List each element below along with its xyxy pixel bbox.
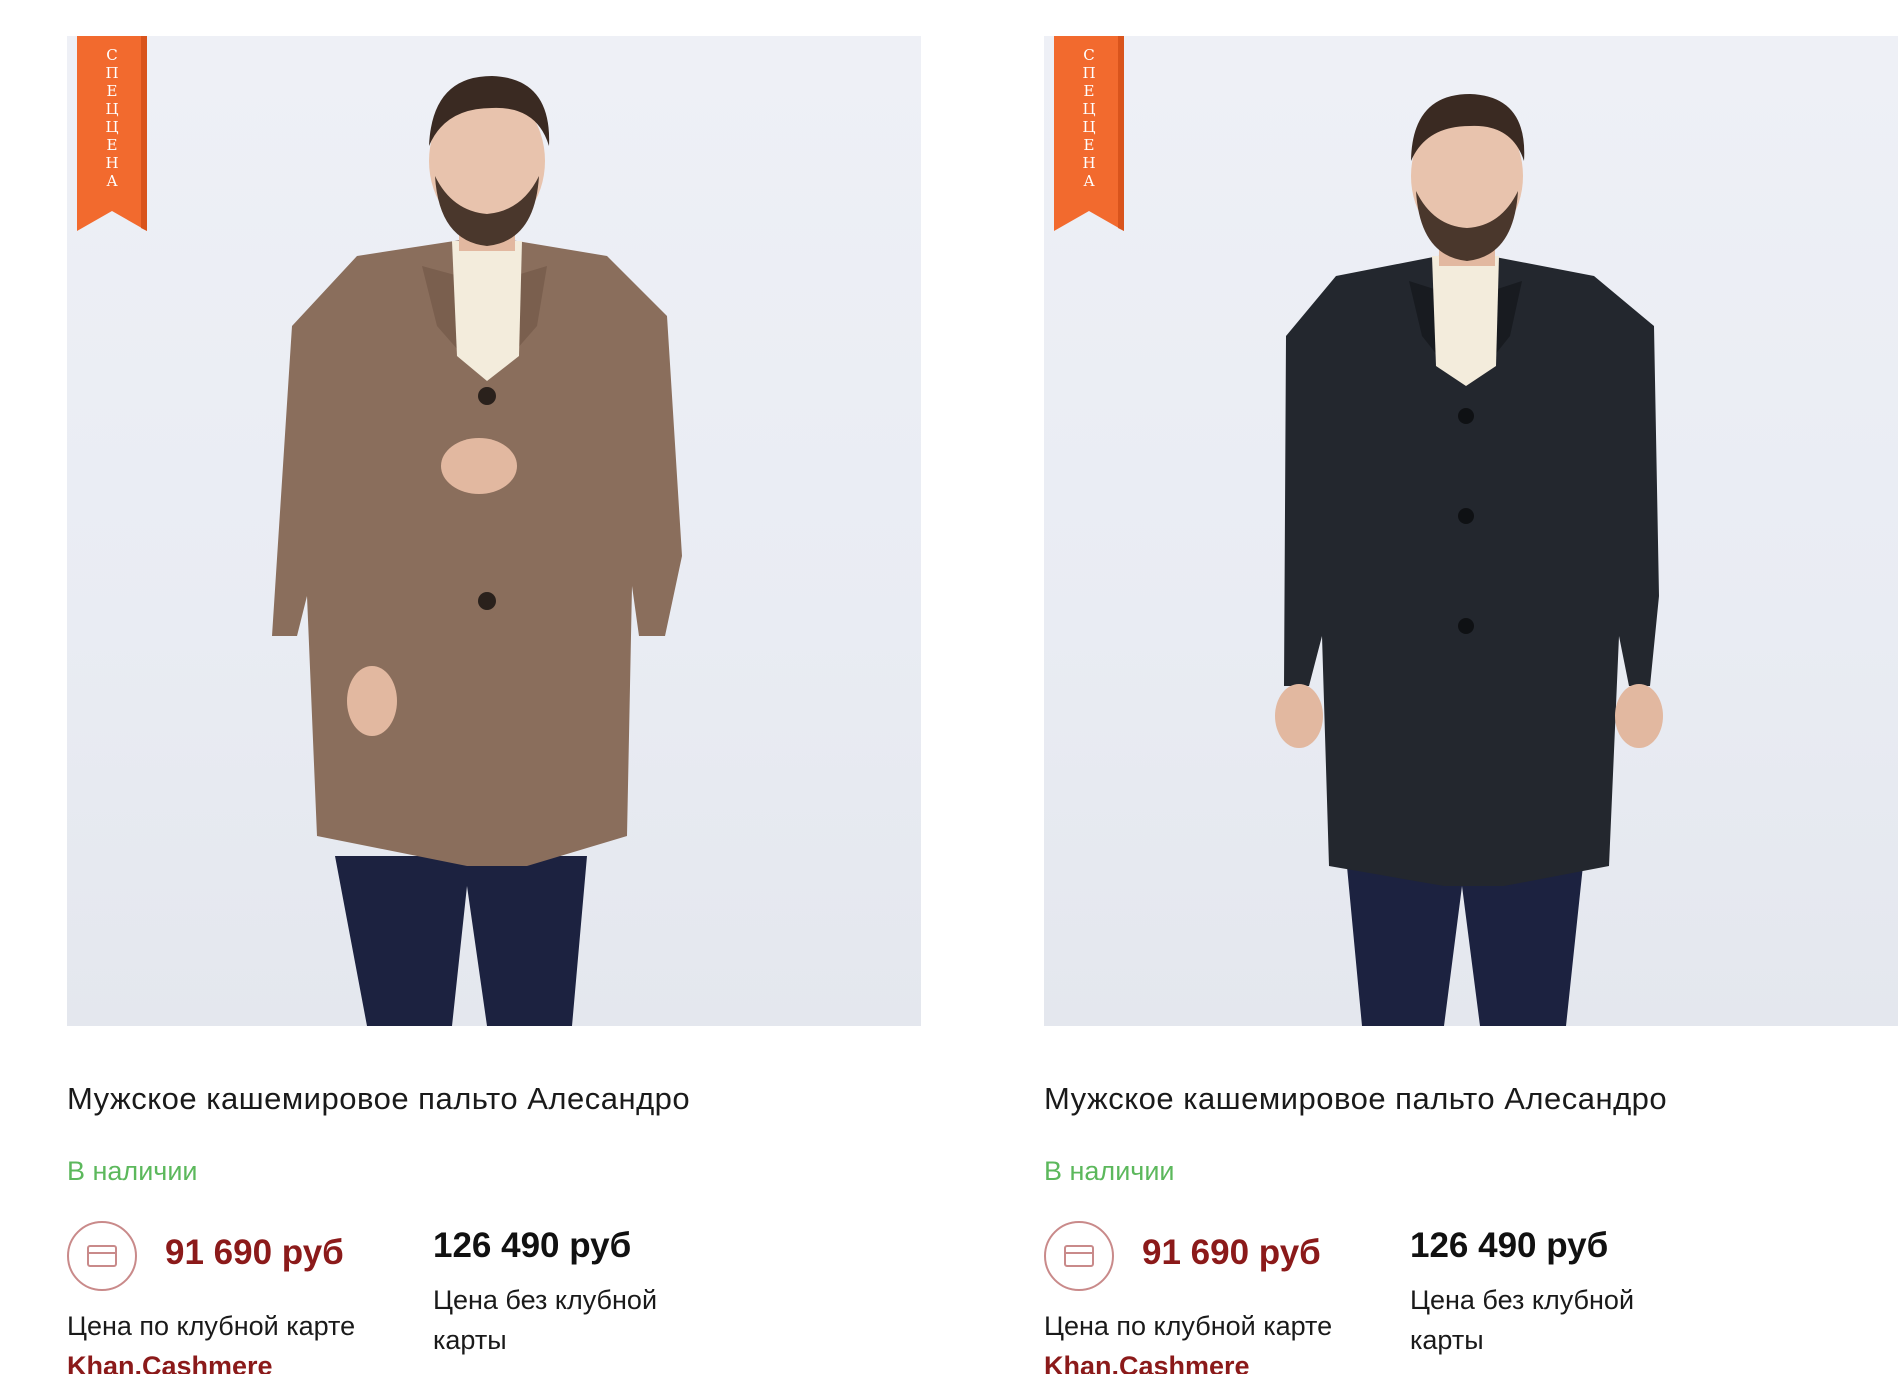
product-title[interactable]: Мужское кашемировое пальто Алесандро <box>67 1081 690 1117</box>
regular-price-block: 126 490 руб Цена без клубной карты <box>433 1226 733 1360</box>
club-price-caption: Цена по клубной карте <box>67 1311 356 1341</box>
special-price-ribbon: С П Е Ц Ц Е Н А <box>77 36 147 231</box>
club-price-caption: Цена по клубной карте <box>1044 1311 1333 1341</box>
regular-price-caption: Цена без клубной карты <box>1410 1285 1635 1355</box>
credit-card-icon <box>1044 1221 1114 1291</box>
product-photo[interactable]: С П Е Ц Ц Е Н А <box>1044 36 1898 1026</box>
club-price: 91 690 руб <box>165 1233 344 1272</box>
credit-card-icon <box>67 1221 137 1291</box>
club-brand-link[interactable]: Khan.Cashmere <box>1044 1351 1250 1374</box>
availability-status: В наличии <box>1044 1156 1175 1186</box>
club-price-block: 91 690 руб Цена по клубной карте Khan.Ca… <box>1044 1221 1414 1374</box>
club-brand-link[interactable]: Khan.Cashmere <box>67 1351 273 1374</box>
model-in-coat-image <box>1275 94 1663 1026</box>
product-card[interactable]: С П Е Ц Ц Е Н А Мужское кашемировое паль… <box>1044 36 1898 1374</box>
product-card[interactable]: С П Е Ц Ц Е Н А Мужское кашемировое паль… <box>67 36 921 1374</box>
regular-price-caption: Цена без клубной карты <box>433 1285 658 1355</box>
club-price-block: 91 690 руб Цена по клубной карте Khan.Ca… <box>67 1221 437 1374</box>
club-price: 91 690 руб <box>1142 1233 1321 1272</box>
ribbon-label: С П Е Ц Ц Е Н А <box>105 46 119 190</box>
product-photo[interactable]: С П Е Ц Ц Е Н А <box>67 36 921 1026</box>
special-price-ribbon: С П Е Ц Ц Е Н А <box>1054 36 1124 231</box>
product-title[interactable]: Мужское кашемировое пальто Алесандро <box>1044 1081 1667 1117</box>
availability-status: В наличии <box>67 1156 198 1186</box>
model-in-coat-image <box>272 76 682 1026</box>
regular-price: 126 490 руб <box>1410 1226 1609 1265</box>
ribbon-label: С П Е Ц Ц Е Н А <box>1082 46 1096 190</box>
regular-price-block: 126 490 руб Цена без клубной карты <box>1410 1226 1710 1360</box>
regular-price: 126 490 руб <box>433 1226 632 1265</box>
